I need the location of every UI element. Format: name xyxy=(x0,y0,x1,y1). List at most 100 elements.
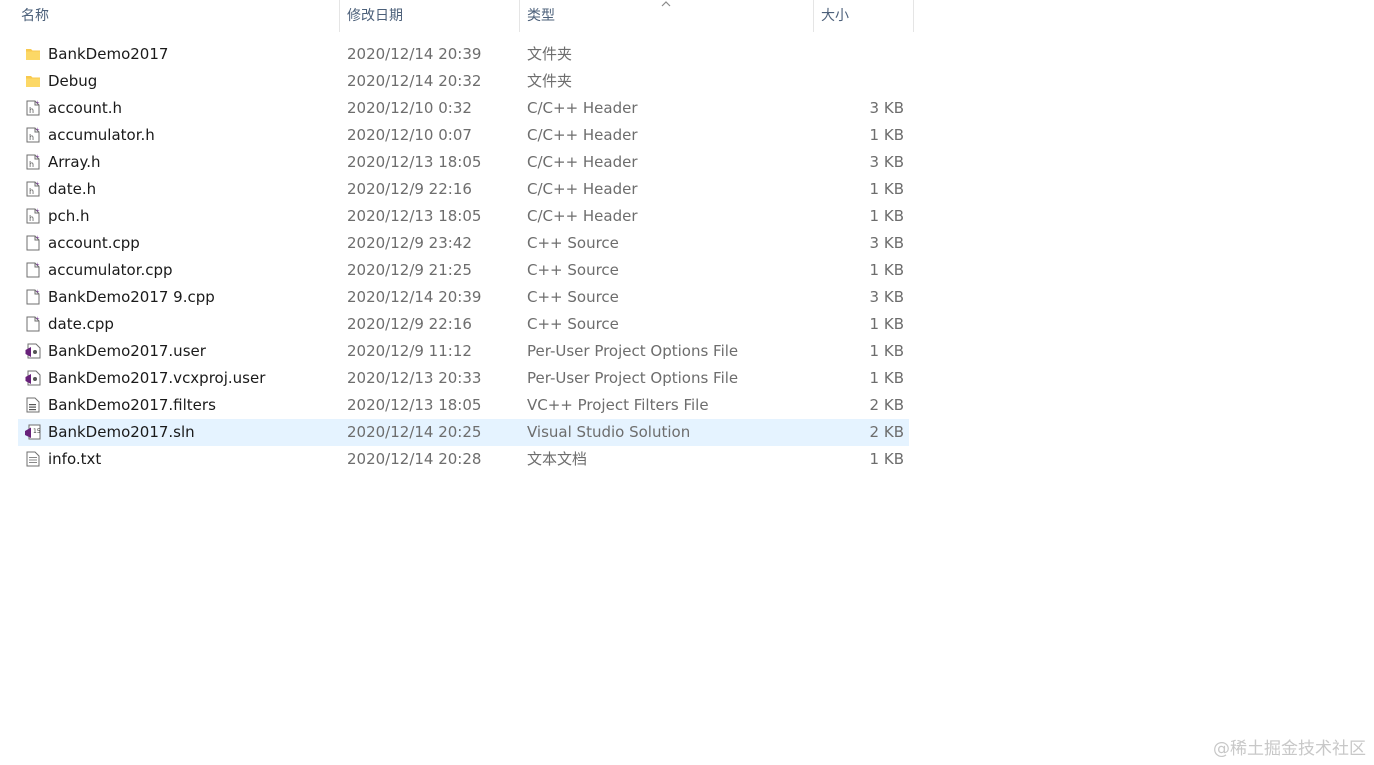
svg-text:h: h xyxy=(29,133,34,142)
file-size: 1 KB xyxy=(869,342,904,360)
file-row[interactable]: BankDemo2017.vcxproj.user 2020/12/13 20:3… xyxy=(18,365,909,392)
file-modified-date: 2020/12/9 23:42 xyxy=(347,234,472,252)
file-size: 1 KB xyxy=(869,369,904,387)
file-type: C/C++ Header xyxy=(527,153,638,171)
file-modified-date: 2020/12/14 20:39 xyxy=(347,45,482,63)
file-type: C/C++ Header xyxy=(527,99,638,117)
vs-solution-icon: 15 xyxy=(24,423,42,441)
svg-text:+: + xyxy=(36,289,40,295)
header-file-icon: h + xyxy=(24,180,42,198)
chevron-up-icon xyxy=(661,1,671,7)
file-name: info.txt xyxy=(48,450,102,468)
file-row[interactable]: BankDemo2017.user 2020/12/9 11:12 Per-User… xyxy=(18,338,909,365)
file-type: C++ Source xyxy=(527,315,619,333)
file-type: Per-User Project Options File xyxy=(527,369,739,387)
file-type: Visual Studio Solution xyxy=(527,423,691,441)
svg-text:+: + xyxy=(36,100,40,106)
file-type: C++ Source xyxy=(527,234,619,252)
file-size: 3 KB xyxy=(869,234,904,252)
file-row[interactable]: BankDemo2017 2020/12/14 20:39 文件夹 xyxy=(18,41,909,68)
file-size: 1 KB xyxy=(869,315,904,333)
file-modified-date: 2020/12/13 18:05 xyxy=(347,396,482,414)
file-size: 1 KB xyxy=(869,126,904,144)
file-name: accumulator.cpp xyxy=(48,261,173,279)
file-name: BankDemo2017 xyxy=(48,45,169,63)
file-size: 2 KB xyxy=(869,396,904,414)
file-row[interactable]: + account.cpp 2020/12/9 23:42 C++ Source 3 K… xyxy=(18,230,909,257)
file-list: BankDemo2017 2020/12/14 20:39 文件夹 Debug 2020… xyxy=(18,41,909,473)
file-modified-date: 2020/12/10 0:32 xyxy=(347,99,472,117)
svg-text:+: + xyxy=(36,127,40,133)
file-size: 1 KB xyxy=(869,450,904,468)
source-file-icon: + xyxy=(24,288,42,306)
svg-text:h: h xyxy=(29,106,34,115)
file-row[interactable]: info.txt 2020/12/14 20:28 文本文档 1 KB xyxy=(18,446,909,473)
file-row[interactable]: + BankDemo2017 9.cpp 2020/12/14 20:39 C++ S… xyxy=(18,284,909,311)
file-row[interactable]: + date.cpp 2020/12/9 22:16 C++ Source 1 KB xyxy=(18,311,909,338)
file-name: BankDemo2017.user xyxy=(48,342,206,360)
file-row[interactable]: h + date.h 2020/12/9 22:16 C/C++ Header 1 KB xyxy=(18,176,909,203)
file-row[interactable]: h + account.h 2020/12/10 0:32 C/C++ Header 3 … xyxy=(18,95,909,122)
file-type: Per-User Project Options File xyxy=(527,342,739,360)
file-name: BankDemo2017.sln xyxy=(48,423,195,441)
file-type: C/C++ Header xyxy=(527,207,638,225)
file-name: accumulator.h xyxy=(48,126,155,144)
column-header-size[interactable]: 大小 xyxy=(814,0,914,32)
header-file-icon: h + xyxy=(24,153,42,171)
file-row[interactable]: + accumulator.cpp 2020/12/9 21:25 C++ Sourc… xyxy=(18,257,909,284)
svg-text:+: + xyxy=(36,181,40,187)
file-name: account.h xyxy=(48,99,123,117)
file-row[interactable]: h + pch.h 2020/12/13 18:05 C/C++ Header 1 KB xyxy=(18,203,909,230)
column-header-date[interactable]: 修改日期 xyxy=(340,0,520,32)
file-size: 2 KB xyxy=(869,423,904,441)
file-modified-date: 2020/12/9 21:25 xyxy=(347,261,472,279)
file-name: BankDemo2017.vcxproj.user xyxy=(48,369,266,387)
file-name: Array.h xyxy=(48,153,101,171)
file-size: 3 KB xyxy=(869,99,904,117)
file-modified-date: 2020/12/14 20:28 xyxy=(347,450,482,468)
vs-user-file-icon xyxy=(24,369,42,387)
text-file-icon xyxy=(24,450,42,468)
column-header-bar: 名称 修改日期 类型 大小 xyxy=(0,0,914,32)
source-file-icon: + xyxy=(24,261,42,279)
header-file-icon: h + xyxy=(24,126,42,144)
file-name: BankDemo2017.filters xyxy=(48,396,216,414)
file-type: 文件夹 xyxy=(527,45,573,63)
file-type: 文件夹 xyxy=(527,72,573,90)
svg-text:+: + xyxy=(36,262,40,268)
file-row[interactable]: h + Array.h 2020/12/13 18:05 C/C++ Header 3 K… xyxy=(18,149,909,176)
column-header-name[interactable]: 名称 xyxy=(14,0,340,32)
header-file-icon: h + xyxy=(24,207,42,225)
file-type: VC++ Project Filters File xyxy=(527,396,709,414)
file-size: 1 KB xyxy=(869,261,904,279)
file-modified-date: 2020/12/14 20:39 xyxy=(347,288,482,306)
file-modified-date: 2020/12/10 0:07 xyxy=(347,126,472,144)
svg-text:+: + xyxy=(36,235,40,241)
svg-text:+: + xyxy=(36,208,40,214)
file-type: C/C++ Header xyxy=(527,180,638,198)
vs-user-file-icon xyxy=(24,342,42,360)
file-modified-date: 2020/12/13 18:05 xyxy=(347,153,482,171)
file-type: C/C++ Header xyxy=(527,126,638,144)
file-name: account.cpp xyxy=(48,234,140,252)
file-row[interactable]: BankDemo2017.filters 2020/12/13 18:05 VC++… xyxy=(18,392,909,419)
file-modified-date: 2020/12/14 20:32 xyxy=(347,72,482,90)
file-type: 文本文档 xyxy=(527,450,588,468)
file-size: 1 KB xyxy=(869,207,904,225)
svg-text:+: + xyxy=(36,316,40,322)
file-name: Debug xyxy=(48,72,98,90)
file-row[interactable]: h + accumulator.h 2020/12/10 0:07 C/C++ Head… xyxy=(18,122,909,149)
file-explorer: 名称 修改日期 类型 大小 BankDemo2017 2020/12/14 20:… xyxy=(0,0,1374,765)
folder-icon xyxy=(24,45,42,63)
folder-icon xyxy=(24,72,42,90)
file-modified-date: 2020/12/9 22:16 xyxy=(347,180,472,198)
svg-text:+: + xyxy=(36,154,40,160)
file-size: 1 KB xyxy=(869,180,904,198)
file-row[interactable]: Debug 2020/12/14 20:32 文件夹 xyxy=(18,68,909,95)
file-modified-date: 2020/12/13 20:33 xyxy=(347,369,482,387)
svg-text:h: h xyxy=(29,187,34,196)
file-name: pch.h xyxy=(48,207,90,225)
watermark-text: @稀土掘金技术社区 xyxy=(1213,739,1366,759)
svg-text:h: h xyxy=(29,214,34,223)
file-row[interactable]: 15 BankDemo2017.sln 2020/12/14 20:25 Visual… xyxy=(18,419,909,446)
